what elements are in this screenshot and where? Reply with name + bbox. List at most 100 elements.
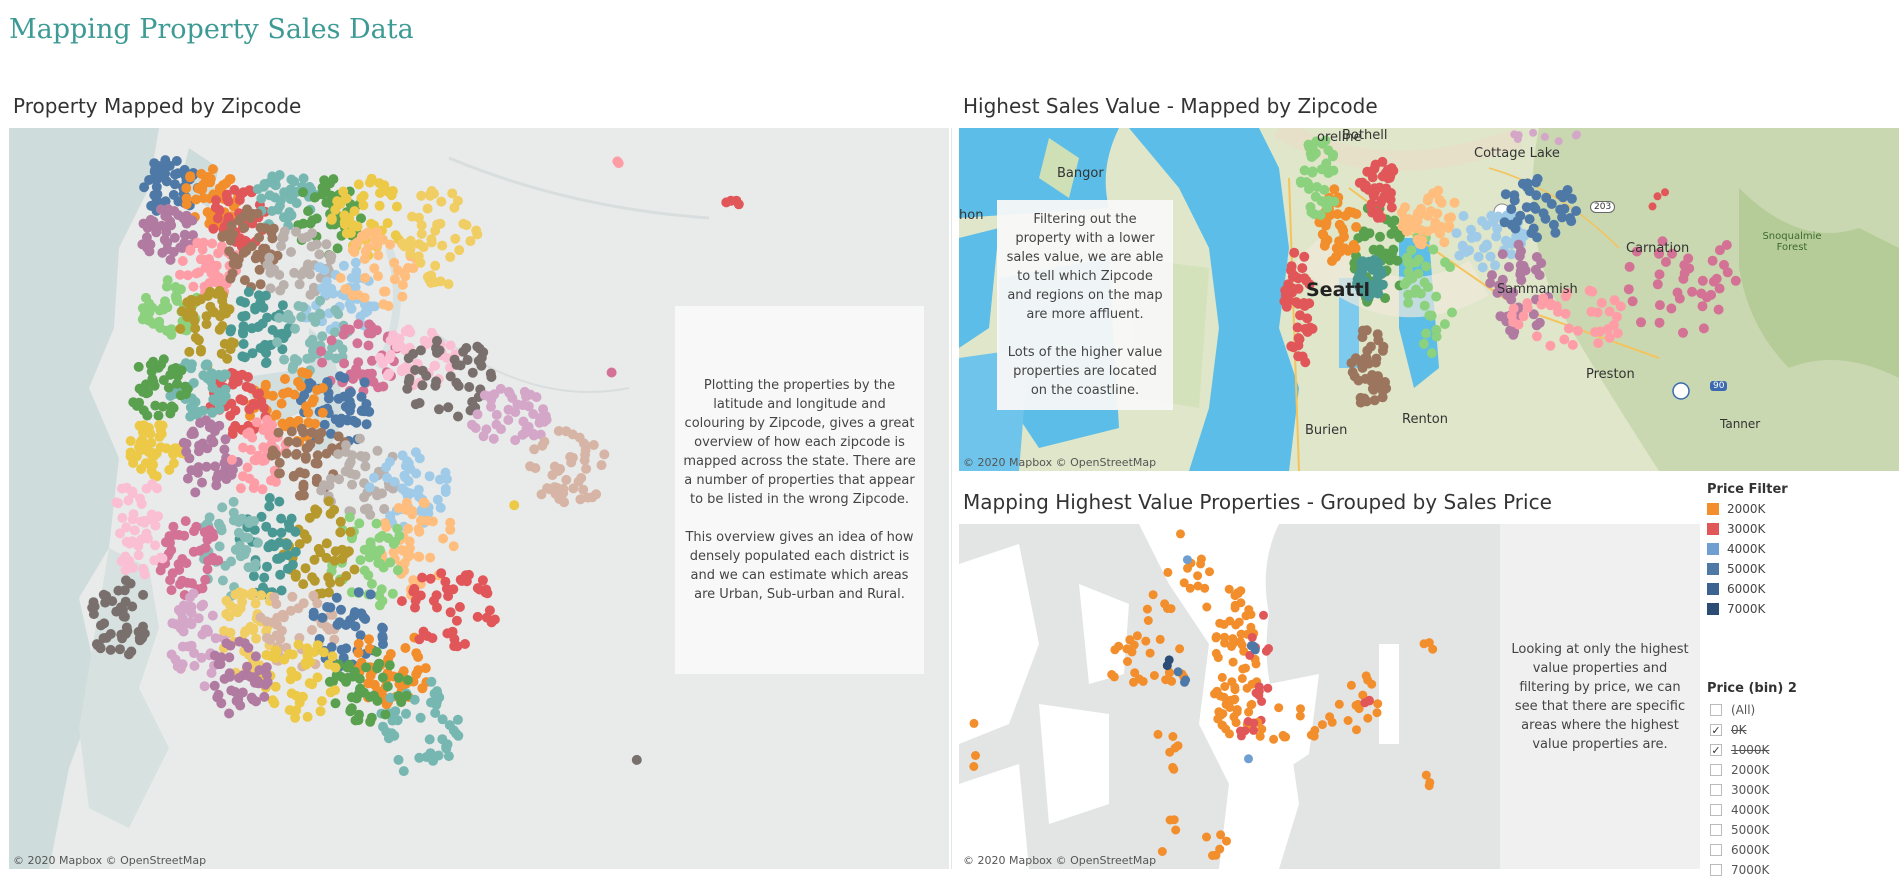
- property-point: [382, 370, 393, 381]
- checkbox[interactable]: ✓: [1710, 743, 1722, 756]
- price-bin-option[interactable]: 2000K: [1710, 760, 1769, 779]
- price-group-map[interactable]: Looking at only the highest value proper…: [959, 524, 1700, 869]
- price-bin-option[interactable]: ✓ 1000K: [1710, 740, 1769, 759]
- dashboard-title: Mapping Property Sales Data: [9, 14, 414, 45]
- property-point: [254, 665, 265, 676]
- property-point: [238, 395, 249, 406]
- property-point: [1364, 696, 1374, 706]
- property-point: [1110, 645, 1120, 655]
- property-point: [286, 513, 297, 524]
- checkbox[interactable]: [1710, 823, 1722, 836]
- property-point: [239, 638, 250, 649]
- property-point: [426, 186, 437, 196]
- property-point: [445, 607, 456, 618]
- property-point: [1528, 223, 1539, 234]
- property-point: [1307, 167, 1318, 178]
- checkbox[interactable]: [1710, 783, 1722, 796]
- property-point: [454, 245, 465, 256]
- price-bin-option[interactable]: 6000K: [1710, 840, 1769, 859]
- price-filter-item[interactable]: 3000K: [1707, 520, 1765, 538]
- zipcode-map[interactable]: Plotting the properties by the latitude …: [9, 128, 949, 869]
- property-point: [1286, 261, 1297, 272]
- price-filter-item[interactable]: 2000K: [1707, 500, 1765, 518]
- checkbox[interactable]: ✓: [1710, 723, 1722, 736]
- property-point: [344, 512, 355, 523]
- price-bin-option[interactable]: 4000K: [1710, 800, 1769, 819]
- property-point: [245, 444, 256, 455]
- property-point: [170, 363, 181, 373]
- property-point: [185, 245, 196, 256]
- property-point: [1372, 378, 1383, 389]
- property-point: [276, 585, 287, 596]
- checkbox[interactable]: [1710, 703, 1722, 716]
- property-point: [1296, 177, 1307, 188]
- price-bin-option[interactable]: ✓ 0K: [1710, 720, 1747, 739]
- property-point: [1458, 211, 1469, 221]
- property-point: [504, 388, 515, 399]
- property-point: [144, 298, 155, 309]
- property-point: [127, 601, 138, 612]
- property-point: [274, 312, 284, 323]
- price-bin-option[interactable]: 5000K: [1710, 820, 1769, 839]
- map-attribution: © 2020 Mapbox © OpenStreetMap: [13, 854, 207, 867]
- price-filter-item[interactable]: 4000K: [1707, 540, 1765, 558]
- property-point: [116, 602, 126, 613]
- property-point: [401, 708, 411, 719]
- property-point: [1153, 729, 1163, 739]
- property-point: [1169, 764, 1179, 774]
- property-point: [410, 365, 421, 375]
- property-point: [317, 331, 328, 342]
- property-point: [434, 404, 444, 415]
- property-point: [1183, 563, 1192, 573]
- property-point: [1374, 244, 1385, 255]
- property-point: [1515, 260, 1526, 271]
- property-point: [342, 662, 353, 673]
- checkbox[interactable]: [1710, 763, 1722, 776]
- price-filter-item[interactable]: 5000K: [1707, 560, 1765, 578]
- property-point: [1226, 695, 1236, 705]
- high-value-map[interactable]: Bothell Cottage Lake oreline Bangor hon …: [959, 128, 1899, 471]
- property-point: [338, 260, 349, 271]
- property-point: [120, 565, 131, 576]
- property-point: [175, 323, 186, 334]
- property-point: [476, 360, 487, 371]
- property-point: [1648, 202, 1657, 211]
- price-filter-item[interactable]: 6000K: [1707, 580, 1765, 598]
- property-point: [1546, 199, 1557, 209]
- property-point: [1141, 636, 1151, 646]
- price-bin-option[interactable]: 3000K: [1710, 780, 1769, 799]
- property-point: [1428, 244, 1439, 255]
- left-panel-title: Property Mapped by Zipcode: [13, 94, 302, 118]
- property-point: [193, 335, 204, 345]
- property-point: [183, 641, 194, 652]
- property-point: [341, 571, 352, 581]
- panel-divider: [951, 128, 952, 869]
- checkbox[interactable]: [1710, 803, 1722, 816]
- checkbox[interactable]: [1710, 843, 1722, 856]
- property-point: [172, 296, 183, 306]
- price-filter-item[interactable]: 7000K: [1707, 600, 1765, 618]
- property-point: [341, 228, 352, 239]
- property-point: [153, 410, 164, 421]
- property-point: [186, 294, 197, 305]
- property-point: [1289, 247, 1300, 258]
- property-point: [1212, 632, 1221, 642]
- property-point: [219, 369, 230, 380]
- property-point: [299, 468, 310, 479]
- property-point: [1319, 240, 1330, 251]
- map-attribution: © 2020 Mapbox © OpenStreetMap: [963, 456, 1157, 469]
- property-point: [291, 449, 302, 460]
- property-point: [1654, 317, 1665, 328]
- property-point: [276, 527, 287, 538]
- property-point: [180, 381, 191, 392]
- property-point: [488, 433, 499, 444]
- price-bin-option[interactable]: (All): [1710, 700, 1755, 719]
- property-point: [358, 190, 369, 201]
- property-point: [117, 633, 128, 644]
- property-point: [1419, 277, 1430, 288]
- property-point: [302, 643, 313, 654]
- property-point: [1225, 729, 1234, 739]
- property-point: [302, 263, 313, 274]
- property-point: [1518, 311, 1529, 322]
- property-point: [279, 226, 290, 237]
